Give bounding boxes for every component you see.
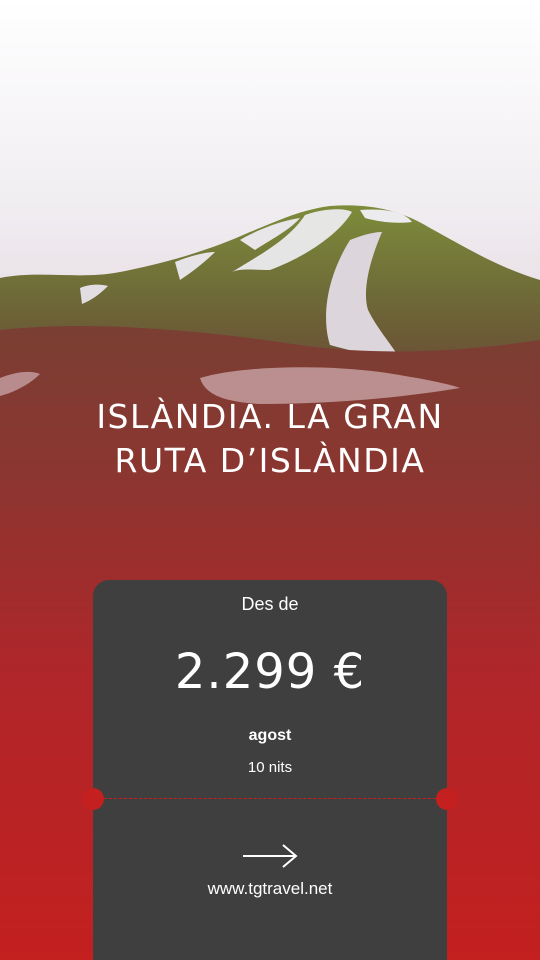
- ticket-notch-right: [436, 788, 458, 810]
- price-ticket-card: Des de 2.299 € agost 10 nits www.tgtrave…: [82, 580, 458, 960]
- price-value: 2.299 €: [174, 644, 366, 700]
- trip-title-line-2: RUTA D’ISLÀNDIA: [114, 441, 426, 480]
- travel-month: agost: [248, 727, 292, 744]
- trip-title: ISLÀNDIA. LA GRAN RUTA D’ISLÀNDIA: [0, 395, 540, 483]
- website-url: www.tgtravel.net: [207, 879, 333, 898]
- arrow-right-icon: [243, 844, 298, 868]
- ticket-perforation-divider: [104, 798, 436, 799]
- ticket-notch-left: [82, 788, 104, 810]
- trip-title-line-1: ISLÀNDIA. LA GRAN: [96, 397, 444, 436]
- price-from-label: Des de: [241, 594, 299, 614]
- website-link-button[interactable]: www.tgtravel.net: [93, 835, 447, 915]
- trip-duration: 10 nits: [247, 759, 293, 776]
